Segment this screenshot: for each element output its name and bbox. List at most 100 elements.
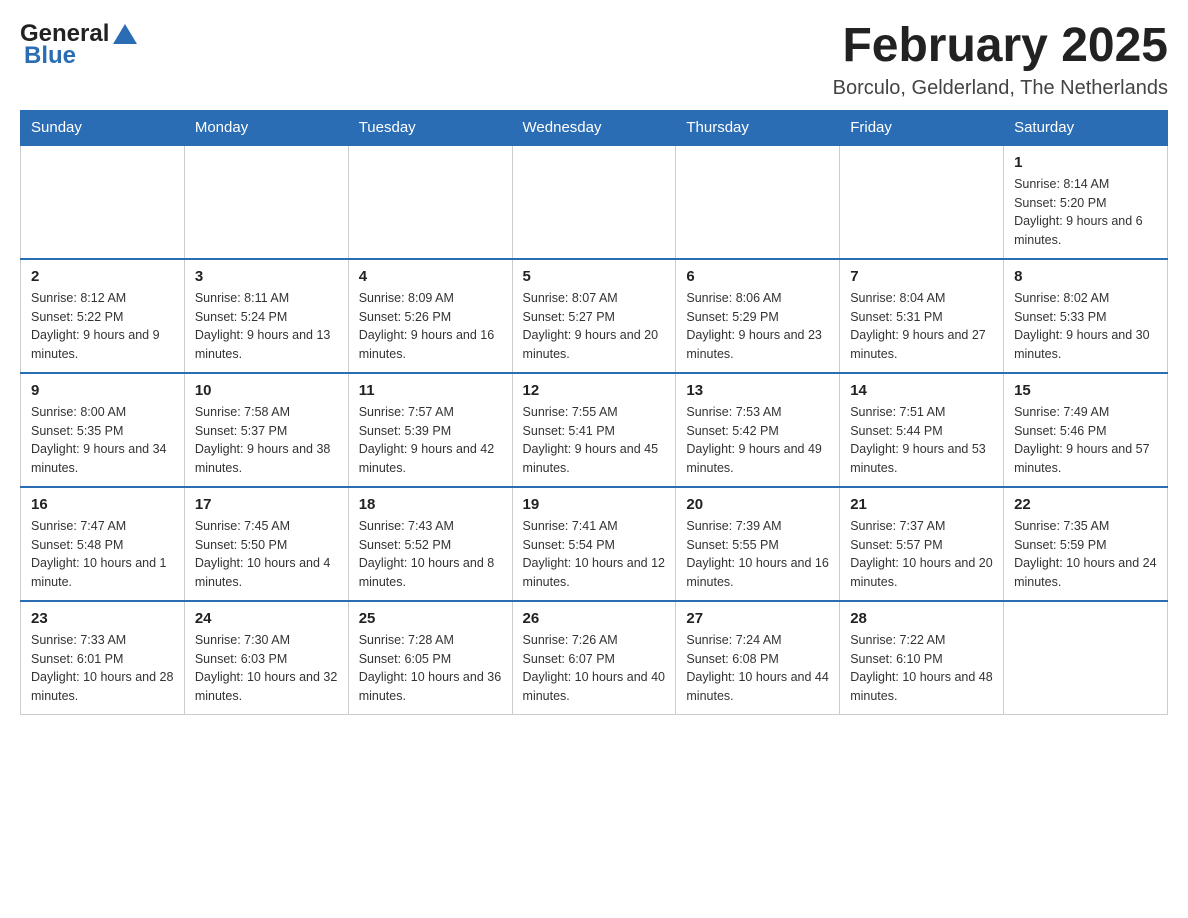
calendar-cell: 5Sunrise: 8:07 AMSunset: 5:27 PMDaylight… (512, 259, 676, 373)
day-info: Sunrise: 7:55 AMSunset: 5:41 PMDaylight:… (523, 403, 666, 478)
day-number: 2 (31, 268, 174, 285)
day-number: 20 (686, 496, 829, 513)
day-number: 11 (359, 382, 502, 399)
calendar-cell: 16 Sunrise: 7:47 AMSunset: 5:48 PMDayligh… (21, 487, 185, 601)
calendar-cell: 22Sunrise: 7:35 AMSunset: 5:59 PMDayligh… (1004, 487, 1168, 601)
day-number: 27 (686, 610, 829, 627)
calendar-cell: 21 Sunrise: 7:37 AMSunset: 5:57 PMDayligh… (840, 487, 1004, 601)
page-subtitle: Borculo, Gelderland, The Netherlands (833, 77, 1168, 100)
calendar-table: SundayMondayTuesdayWednesdayThursdayFrid… (20, 110, 1168, 715)
calendar-cell: 27Sunrise: 7:24 AMSunset: 6:08 PMDayligh… (676, 601, 840, 715)
day-info: Sunrise: 7:22 AMSunset: 6:10 PMDaylight:… (850, 631, 993, 706)
day-info: Sunrise: 8:00 AMSunset: 5:35 PMDaylight:… (31, 403, 174, 478)
calendar-cell: 14 Sunrise: 7:51 AMSunset: 5:44 PMDayligh… (840, 373, 1004, 487)
calendar-cell: 26 Sunrise: 7:26 AMSunset: 6:07 PMDayligh… (512, 601, 676, 715)
weekday-header-saturday: Saturday (1004, 110, 1168, 145)
calendar-cell: 23Sunrise: 7:33 AMSunset: 6:01 PMDayligh… (21, 601, 185, 715)
day-info: Sunrise: 7:37 AMSunset: 5:57 PMDaylight:… (850, 517, 993, 592)
day-number: 1 (1014, 154, 1157, 171)
weekday-header-row: SundayMondayTuesdayWednesdayThursdayFrid… (21, 110, 1168, 145)
day-number: 9 (31, 382, 174, 399)
calendar-cell (348, 145, 512, 259)
calendar-cell (840, 145, 1004, 259)
day-info: Sunrise: 7:26 AMSunset: 6:07 PMDaylight:… (523, 631, 666, 706)
logo-triangle-icon (111, 20, 139, 48)
day-number: 16 (31, 496, 174, 513)
day-number: 8 (1014, 268, 1157, 285)
calendar-cell: 18 Sunrise: 7:43 AMSunset: 5:52 PMDayligh… (348, 487, 512, 601)
calendar-cell: 11 Sunrise: 7:57 AMSunset: 5:39 PMDayligh… (348, 373, 512, 487)
calendar-cell: 19Sunrise: 7:41 AMSunset: 5:54 PMDayligh… (512, 487, 676, 601)
day-number: 6 (686, 268, 829, 285)
day-info: Sunrise: 7:30 AMSunset: 6:03 PMDaylight:… (195, 631, 338, 706)
day-info: Sunrise: 7:49 AMSunset: 5:46 PMDaylight:… (1014, 403, 1157, 478)
calendar-cell: 7Sunrise: 8:04 AMSunset: 5:31 PMDaylight… (840, 259, 1004, 373)
day-info: Sunrise: 8:09 AMSunset: 5:26 PMDaylight:… (359, 289, 502, 364)
day-number: 4 (359, 268, 502, 285)
day-info: Sunrise: 8:11 AMSunset: 5:24 PMDaylight:… (195, 289, 338, 364)
day-number: 5 (523, 268, 666, 285)
day-info: Sunrise: 7:58 AMSunset: 5:37 PMDaylight:… (195, 403, 338, 478)
calendar-cell: 20 Sunrise: 7:39 AMSunset: 5:55 PMDayligh… (676, 487, 840, 601)
calendar-cell: 2 Sunrise: 8:12 AMSunset: 5:22 PMDaylight… (21, 259, 185, 373)
calendar-cell: 24 Sunrise: 7:30 AMSunset: 6:03 PMDayligh… (184, 601, 348, 715)
calendar-cell (676, 145, 840, 259)
day-info: Sunrise: 7:28 AMSunset: 6:05 PMDaylight:… (359, 631, 502, 706)
day-number: 12 (523, 382, 666, 399)
weekday-header-wednesday: Wednesday (512, 110, 676, 145)
day-info: Sunrise: 7:39 AMSunset: 5:55 PMDaylight:… (686, 517, 829, 592)
calendar-cell: 28 Sunrise: 7:22 AMSunset: 6:10 PMDayligh… (840, 601, 1004, 715)
calendar-cell: 12 Sunrise: 7:55 AMSunset: 5:41 PMDayligh… (512, 373, 676, 487)
day-info: Sunrise: 7:47 AMSunset: 5:48 PMDaylight:… (31, 517, 174, 592)
weekday-header-friday: Friday (840, 110, 1004, 145)
day-info: Sunrise: 7:43 AMSunset: 5:52 PMDaylight:… (359, 517, 502, 592)
day-number: 17 (195, 496, 338, 513)
calendar-cell: 4 Sunrise: 8:09 AMSunset: 5:26 PMDaylight… (348, 259, 512, 373)
page-title: February 2025 (833, 20, 1168, 73)
day-number: 3 (195, 268, 338, 285)
calendar-cell (512, 145, 676, 259)
day-number: 24 (195, 610, 338, 627)
calendar-week-row: 1 Sunrise: 8:14 AMSunset: 5:20 PMDaylight… (21, 145, 1168, 259)
calendar-cell: 6Sunrise: 8:06 AMSunset: 5:29 PMDaylight… (676, 259, 840, 373)
logo-blue-text: Blue (24, 42, 76, 70)
calendar-cell: 17 Sunrise: 7:45 AMSunset: 5:50 PMDayligh… (184, 487, 348, 601)
calendar-week-row: 9 Sunrise: 8:00 AMSunset: 5:35 PMDaylight… (21, 373, 1168, 487)
day-info: Sunrise: 8:02 AMSunset: 5:33 PMDaylight:… (1014, 289, 1157, 364)
weekday-header-thursday: Thursday (676, 110, 840, 145)
day-info: Sunrise: 7:57 AMSunset: 5:39 PMDaylight:… (359, 403, 502, 478)
calendar-cell: 9 Sunrise: 8:00 AMSunset: 5:35 PMDaylight… (21, 373, 185, 487)
calendar-cell: 25 Sunrise: 7:28 AMSunset: 6:05 PMDayligh… (348, 601, 512, 715)
day-info: Sunrise: 7:45 AMSunset: 5:50 PMDaylight:… (195, 517, 338, 592)
day-info: Sunrise: 8:14 AMSunset: 5:20 PMDaylight:… (1014, 175, 1157, 250)
day-number: 21 (850, 496, 993, 513)
day-number: 15 (1014, 382, 1157, 399)
calendar-cell: 1 Sunrise: 8:14 AMSunset: 5:20 PMDaylight… (1004, 145, 1168, 259)
day-number: 18 (359, 496, 502, 513)
calendar-cell: 15 Sunrise: 7:49 AMSunset: 5:46 PMDayligh… (1004, 373, 1168, 487)
page-header: General Blue February 2025 Borculo, Geld… (20, 20, 1168, 100)
calendar-cell: 10Sunrise: 7:58 AMSunset: 5:37 PMDayligh… (184, 373, 348, 487)
day-number: 28 (850, 610, 993, 627)
calendar-week-row: 23Sunrise: 7:33 AMSunset: 6:01 PMDayligh… (21, 601, 1168, 715)
calendar-week-row: 2 Sunrise: 8:12 AMSunset: 5:22 PMDaylight… (21, 259, 1168, 373)
day-info: Sunrise: 7:33 AMSunset: 6:01 PMDaylight:… (31, 631, 174, 706)
day-number: 14 (850, 382, 993, 399)
day-number: 25 (359, 610, 502, 627)
day-number: 7 (850, 268, 993, 285)
day-number: 22 (1014, 496, 1157, 513)
day-number: 26 (523, 610, 666, 627)
day-info: Sunrise: 8:12 AMSunset: 5:22 PMDaylight:… (31, 289, 174, 364)
calendar-cell: 8 Sunrise: 8:02 AMSunset: 5:33 PMDaylight… (1004, 259, 1168, 373)
weekday-header-sunday: Sunday (21, 110, 185, 145)
title-block: February 2025 Borculo, Gelderland, The N… (833, 20, 1168, 100)
day-info: Sunrise: 7:51 AMSunset: 5:44 PMDaylight:… (850, 403, 993, 478)
calendar-week-row: 16 Sunrise: 7:47 AMSunset: 5:48 PMDayligh… (21, 487, 1168, 601)
day-info: Sunrise: 7:53 AMSunset: 5:42 PMDaylight:… (686, 403, 829, 478)
calendar-cell (184, 145, 348, 259)
calendar-cell: 13 Sunrise: 7:53 AMSunset: 5:42 PMDayligh… (676, 373, 840, 487)
calendar-cell (21, 145, 185, 259)
calendar-cell (1004, 601, 1168, 715)
weekday-header-tuesday: Tuesday (348, 110, 512, 145)
day-number: 13 (686, 382, 829, 399)
